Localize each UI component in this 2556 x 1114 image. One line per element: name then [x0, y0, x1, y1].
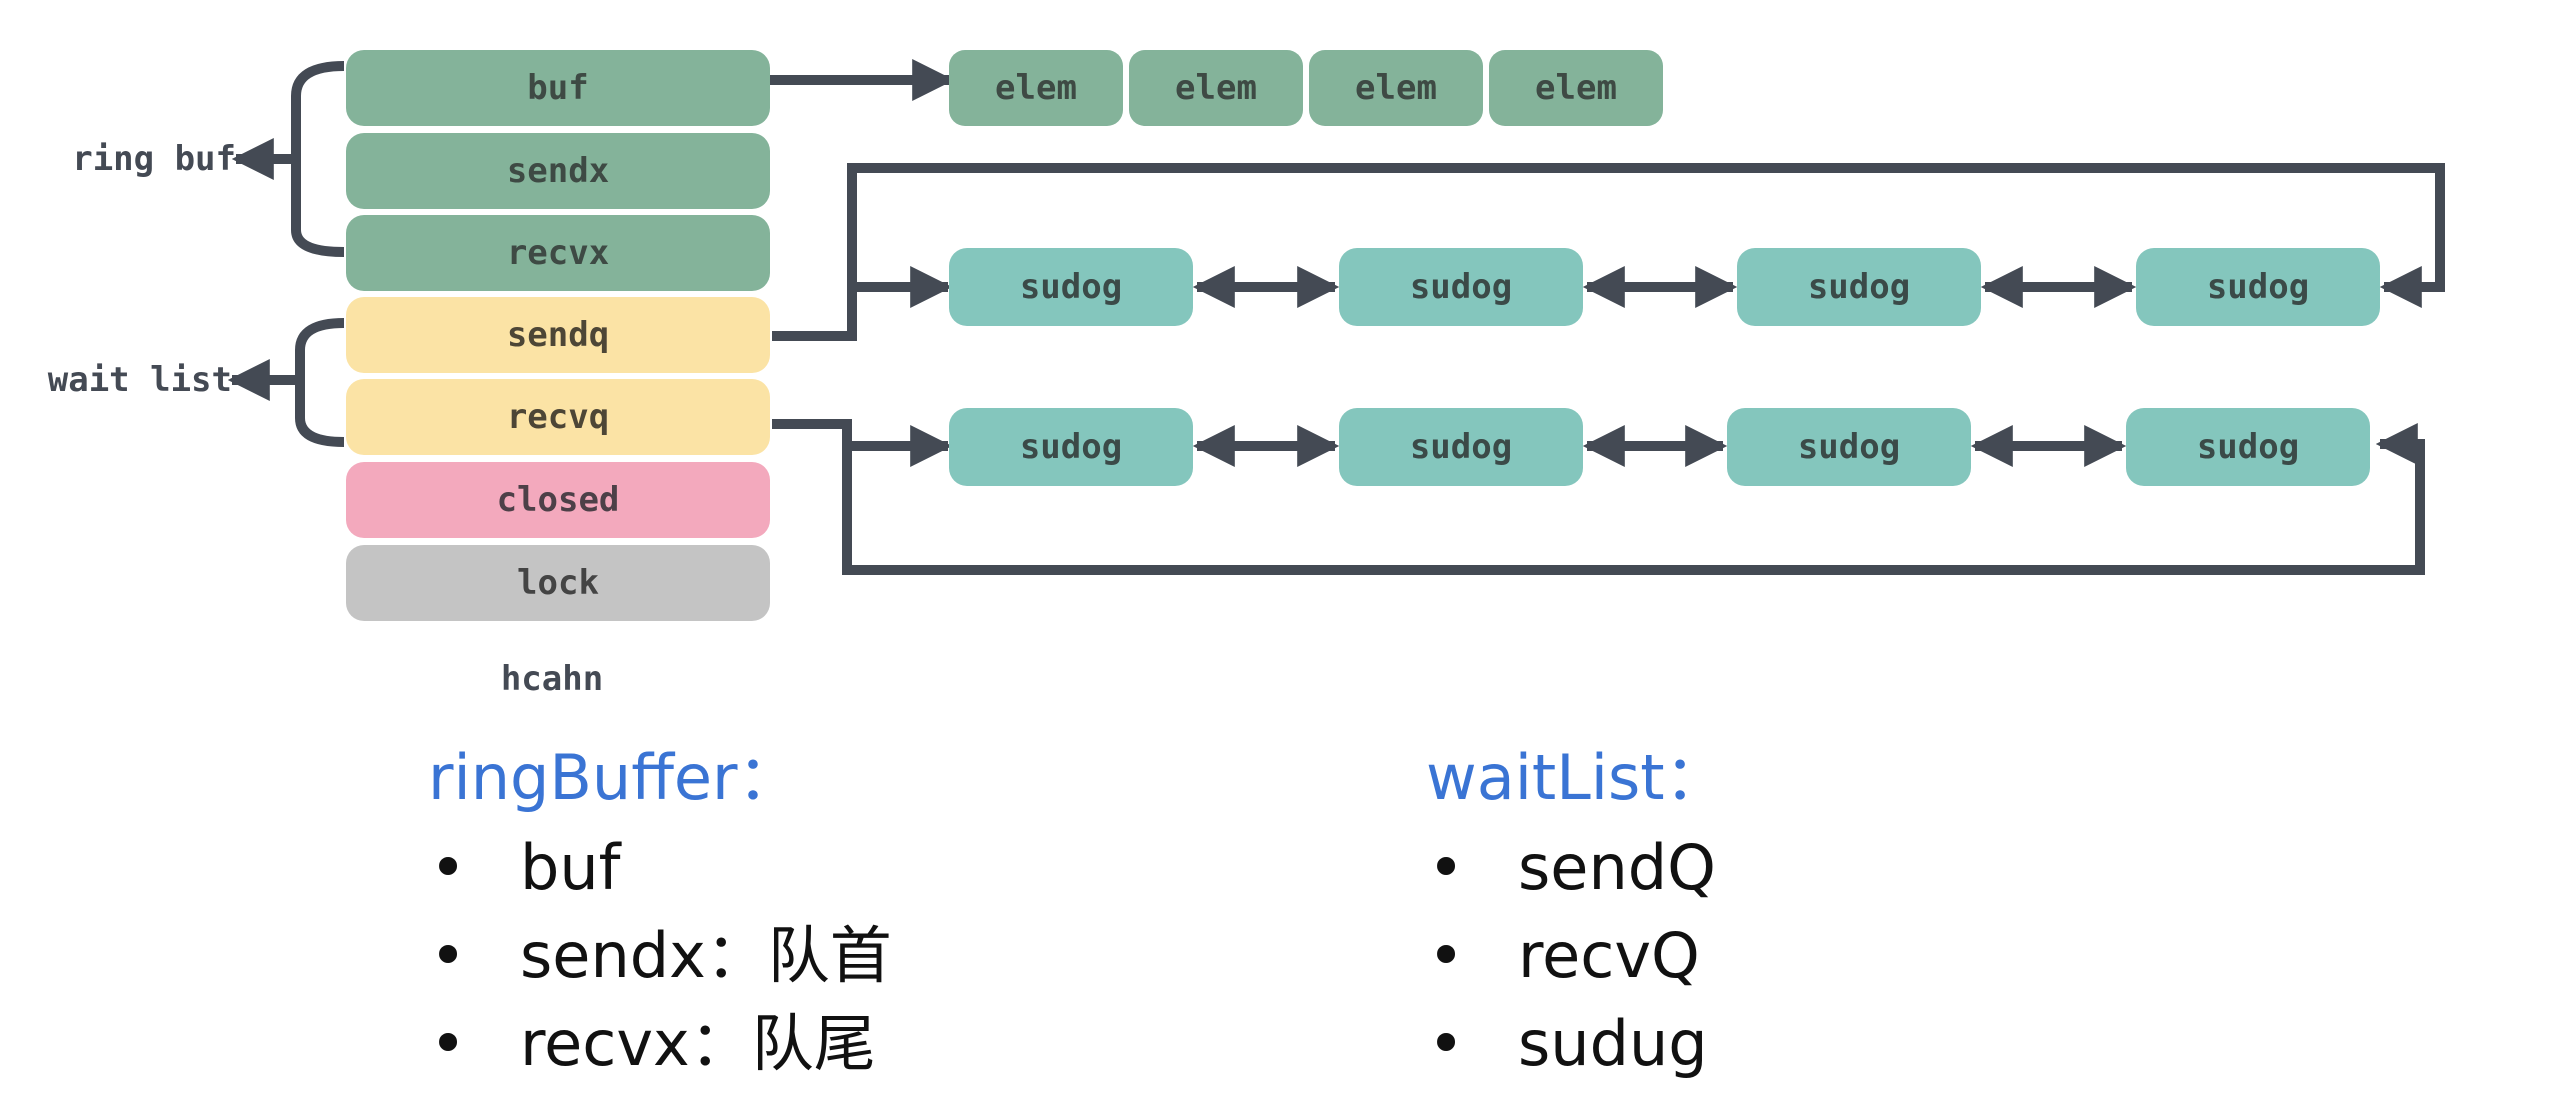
wait-list-heading: waitList：	[1426, 741, 1727, 814]
field-label-recvq: recvq	[507, 397, 609, 437]
field-label-sendx: sendx	[507, 151, 609, 191]
list-item: • recvx：队尾	[428, 1000, 892, 1088]
sendq-sudog-0[interactable]: sudog	[949, 248, 1193, 326]
wait-list-notes: waitList： • sendQ • recvQ • sudug	[1426, 738, 1727, 1088]
sendq-sudog-3[interactable]: sudog	[2136, 248, 2380, 326]
elem-label: elem	[1175, 68, 1257, 108]
ring-buffer-list: • buf • sendx：队首 • recvx：队尾	[428, 824, 892, 1088]
ring-buf-bracket: ring buf	[72, 61, 345, 257]
field-label-sendq: sendq	[507, 315, 609, 355]
elem-3[interactable]: elem	[1489, 50, 1663, 126]
recvq-sudog-0[interactable]: sudog	[949, 408, 1193, 486]
wait-list-list: • sendQ • recvQ • sudug	[1426, 824, 1727, 1088]
list-item-text: sudug	[1518, 1007, 1708, 1080]
recv-queue: sudog sudog sudog sudog	[772, 408, 2425, 575]
elem-label: elem	[995, 68, 1077, 108]
field-sendx[interactable]: sendx	[346, 133, 770, 209]
list-item-text: sendQ	[1518, 831, 1716, 904]
list-item: • sendx：队首	[428, 912, 892, 1000]
channel-diagram: buf sendx recvx sendq recvq closed lock …	[48, 50, 2445, 699]
sudog-label: sudog	[1410, 267, 1512, 307]
list-item: • sendQ	[1426, 824, 1727, 912]
ring-buf-label: ring buf	[72, 139, 236, 179]
hchan-struct: buf sendx recvx sendq recvq closed lock …	[346, 50, 770, 699]
ring-buffer-notes: ringBuffer： • buf • sendx：队首 • recvx：队尾	[428, 738, 892, 1088]
field-recvq[interactable]: recvq	[346, 379, 770, 455]
wait-list-label: wait list	[48, 360, 232, 400]
elem-2[interactable]: elem	[1309, 50, 1483, 126]
list-item-text: buf	[520, 831, 621, 904]
sudog-label: sudog	[1808, 267, 1910, 307]
sendq-sudog-2[interactable]: sudog	[1737, 248, 1981, 326]
elem-label: elem	[1535, 68, 1617, 108]
bullet-icon: •	[1427, 919, 1465, 992]
field-lock[interactable]: lock	[346, 545, 770, 621]
wait-list-bracket: wait list	[48, 318, 345, 447]
sudog-label: sudog	[1020, 427, 1122, 467]
list-item-text: recvQ	[1518, 919, 1700, 992]
bullet-icon: •	[429, 1007, 467, 1080]
sudog-label: sudog	[1410, 427, 1512, 467]
list-item: • sudug	[1426, 1000, 1727, 1088]
sudog-label: sudog	[2207, 267, 2309, 307]
elem-0[interactable]: elem	[949, 50, 1123, 126]
elem-1[interactable]: elem	[1129, 50, 1303, 126]
field-buf[interactable]: buf	[346, 50, 770, 126]
sudog-label: sudog	[1798, 427, 1900, 467]
field-label-recvx: recvx	[507, 233, 609, 273]
buffer-array: elem elem elem elem	[770, 50, 1663, 126]
list-item: • buf	[428, 824, 892, 912]
bullet-icon: •	[429, 831, 467, 904]
field-recvx[interactable]: recvx	[346, 215, 770, 291]
sudog-label: sudog	[2197, 427, 2299, 467]
field-closed[interactable]: closed	[346, 462, 770, 538]
elem-label: elem	[1355, 68, 1437, 108]
bullet-icon: •	[429, 919, 467, 992]
bullet-icon: •	[1427, 1007, 1465, 1080]
sudog-label: sudog	[1020, 267, 1122, 307]
sendq-sudog-1[interactable]: sudog	[1339, 248, 1583, 326]
field-label-buf: buf	[527, 68, 588, 108]
recvq-sudog-2[interactable]: sudog	[1727, 408, 1971, 486]
send-queue: sudog sudog sudog sudog	[772, 163, 2445, 341]
list-item-text: sendx：队首	[520, 919, 892, 992]
field-sendq[interactable]: sendq	[346, 297, 770, 373]
recvq-sudog-1[interactable]: sudog	[1339, 408, 1583, 486]
ring-buffer-heading: ringBuffer：	[428, 741, 800, 814]
struct-title: hcahn	[501, 659, 603, 699]
bullet-icon: •	[1427, 831, 1465, 904]
list-item: • recvQ	[1426, 912, 1727, 1000]
field-label-closed: closed	[497, 480, 620, 520]
recvq-sudog-3[interactable]: sudog	[2126, 408, 2370, 486]
field-label-lock: lock	[517, 563, 599, 603]
list-item-text: recvx：队尾	[520, 1007, 876, 1080]
